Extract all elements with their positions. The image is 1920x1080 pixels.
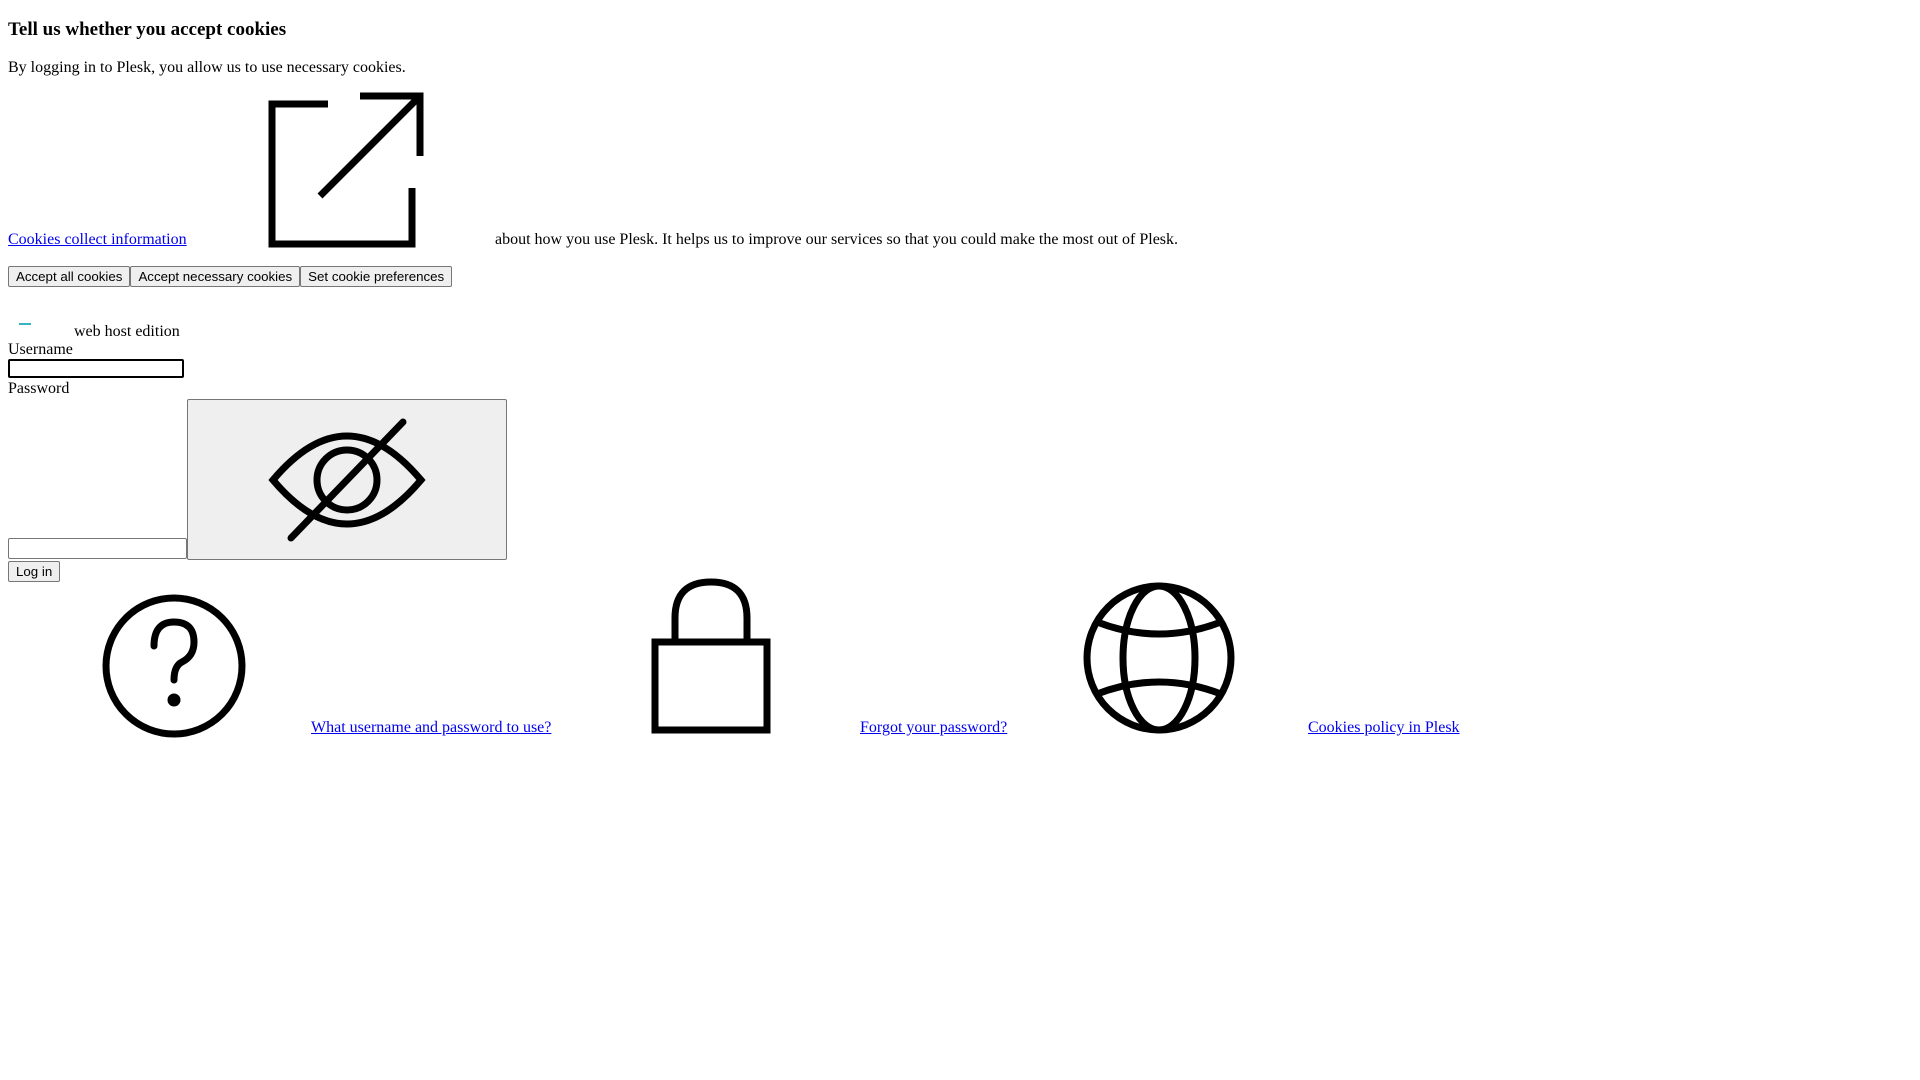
set-cookie-preferences-button[interactable]: Set cookie preferences bbox=[300, 266, 453, 287]
password-label: Password bbox=[8, 380, 70, 397]
external-link-icon[interactable] bbox=[264, 92, 424, 252]
cookies-info-link[interactable]: Cookies collect information bbox=[8, 230, 187, 250]
accept-all-cookies-button[interactable]: Accept all cookies bbox=[8, 266, 131, 287]
toggle-password-visibility-button[interactable] bbox=[187, 399, 507, 560]
accept-necessary-cookies-button[interactable]: Accept necessary cookies bbox=[130, 266, 301, 287]
cookies-policy-link[interactable]: Cookies policy in Plesk bbox=[1308, 718, 1460, 738]
question-circle-icon bbox=[102, 594, 246, 738]
credentials-help-link[interactable]: What username and password to use? bbox=[311, 718, 551, 738]
edition-label: web host edition bbox=[74, 323, 180, 340]
cookie-banner-title: Tell us whether you accept cookies bbox=[8, 19, 287, 40]
forgot-password-link[interactable]: Forgot your password? bbox=[860, 718, 1007, 738]
eye-slash-icon bbox=[268, 418, 426, 541]
help-links-row: What username and password to use? Forgo… bbox=[8, 578, 1508, 738]
cookie-banner-text: By logging in to Plesk, you allow us to … bbox=[8, 59, 406, 76]
cookie-info-text: about how you use Plesk. It helps us to … bbox=[495, 231, 1179, 248]
username-input[interactable] bbox=[8, 359, 184, 378]
password-input[interactable] bbox=[8, 538, 187, 559]
globe-icon bbox=[1083, 582, 1235, 734]
plesk-logo bbox=[19, 323, 31, 325]
cookie-buttons: Accept all cookies Accept necessary cook… bbox=[8, 266, 453, 287]
lock-icon bbox=[651, 578, 771, 734]
username-label: Username bbox=[8, 341, 73, 358]
